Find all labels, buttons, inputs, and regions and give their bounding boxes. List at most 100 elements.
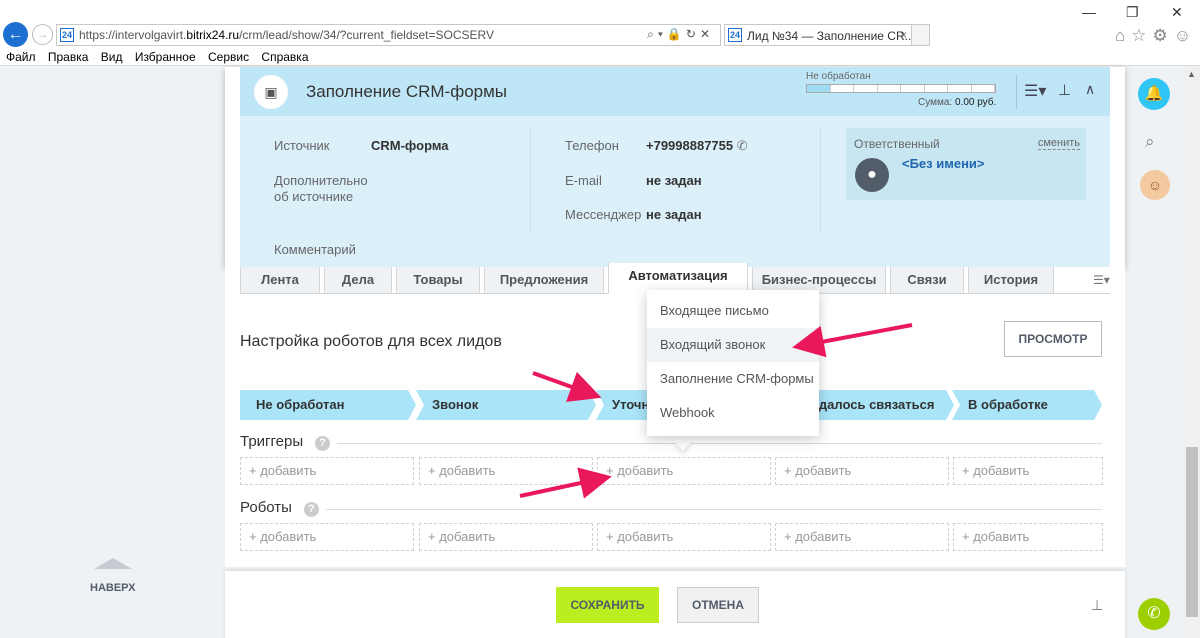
email-label: E-mail <box>565 173 602 188</box>
add-robot-button[interactable]: + добавить <box>775 523 949 551</box>
robots-label: Роботы <box>240 499 292 516</box>
add-trigger-button[interactable]: + добавить <box>240 457 414 485</box>
status-label: Не обработан <box>806 71 871 82</box>
phone-icon[interactable]: ✆ <box>737 138 748 153</box>
bell-icon[interactable]: 🔔 <box>1138 78 1170 110</box>
phone-icon[interactable]: ✆ <box>1138 598 1170 630</box>
menu-file[interactable]: Файл <box>6 50 36 64</box>
list-menu-icon[interactable]: ☰▾ <box>1024 81 1046 101</box>
preview-button[interactable]: ПРОСМОТР <box>1004 321 1102 357</box>
url-path: /crm/lead/show/34/?current_fieldset=SOCS… <box>239 28 494 42</box>
stage-not-processed[interactable]: Не обработан <box>240 390 416 420</box>
stage-call[interactable]: Звонок <box>416 390 596 420</box>
url-prefix: https://intervolgavirt. <box>79 28 187 42</box>
dropdown-item-webhook[interactable]: Webhook <box>647 396 819 430</box>
scroll-up-icon[interactable] <box>94 558 132 569</box>
minimize-icon[interactable]: — <box>1082 4 1096 20</box>
add-robot-button[interactable]: + добавить <box>240 523 414 551</box>
scroll-up-arrow-icon[interactable]: ▲ <box>1187 69 1196 79</box>
email-value: не задан <box>646 173 702 188</box>
messenger-label: Мессенджер <box>565 207 642 222</box>
help-icon[interactable]: ? <box>304 502 319 517</box>
menu-favorites[interactable]: Избранное <box>135 50 196 64</box>
stage-in-progress[interactable]: В обработке <box>952 390 1102 420</box>
dropdown-icon[interactable]: ▾ <box>658 27 667 41</box>
header-divider <box>1016 75 1017 109</box>
tab-deals[interactable]: Дела <box>324 267 392 294</box>
menu-view[interactable]: Вид <box>101 50 123 64</box>
smiley-icon[interactable]: ☺ <box>1174 26 1197 45</box>
home-icon[interactable]: ⌂ <box>1115 26 1131 45</box>
column-divider <box>820 127 821 232</box>
responsible-name[interactable]: <Без имени> <box>902 156 985 171</box>
restore-icon[interactable]: ❐ <box>1126 4 1139 21</box>
gear-icon[interactable]: ⚙ <box>1153 26 1174 45</box>
add-robot-button[interactable]: + добавить <box>419 523 593 551</box>
back-icon[interactable]: ← <box>3 22 28 47</box>
tab-offers[interactable]: Предложения <box>484 267 604 294</box>
column-divider <box>530 127 531 232</box>
change-responsible-link[interactable]: сменить <box>1037 137 1080 150</box>
scrollbar[interactable]: ▲ <box>1184 67 1200 638</box>
add-trigger-button[interactable]: + добавить <box>419 457 593 485</box>
browser-chrome: ← → 24 https://intervolgavirt.bitrix24.r… <box>0 0 1200 66</box>
phone-value[interactable]: +79998887755 ✆ <box>646 138 748 154</box>
divider <box>326 509 1102 510</box>
footer-bar: СОХРАНИТЬ ОТМЕНА ⊥ <box>225 571 1125 638</box>
tab-links[interactable]: Связи <box>890 267 964 294</box>
sum-label: Сумма: <box>918 97 953 108</box>
pin-icon[interactable]: ⊥ <box>1058 81 1071 99</box>
menu-tools[interactable]: Сервис <box>208 50 249 64</box>
messenger-value: не задан <box>646 207 702 222</box>
source-label: Источник <box>274 138 330 153</box>
scroll-top-label[interactable]: НАВЕРХ <box>90 582 135 594</box>
star-icon[interactable]: ☆ <box>1131 26 1152 45</box>
window-close-icon[interactable]: ✕ <box>1171 4 1183 21</box>
new-tab-button[interactable] <box>912 24 930 46</box>
pin-icon[interactable]: ⊥ <box>1091 597 1103 614</box>
refresh-icon[interactable]: ↻ <box>686 27 700 41</box>
url-text: https://intervolgavirt.bitrix24.ru/crm/l… <box>79 28 494 42</box>
add-trigger-button[interactable]: + добавить <box>953 457 1103 485</box>
triggers-label: Триггеры <box>240 433 304 450</box>
lead-title: Заполнение CRM-формы <box>306 82 508 101</box>
dropdown-item-incoming-email[interactable]: Входящее письмо <box>647 294 819 328</box>
add-robot-button[interactable]: + добавить <box>953 523 1103 551</box>
source-info-label-2: об источнике <box>274 189 354 204</box>
menu-bar: Файл Правка Вид Избранное Сервис Справка <box>0 50 312 66</box>
chevron-up-icon[interactable]: ∧ <box>1085 81 1095 98</box>
tab-feed[interactable]: Лента <box>240 267 320 294</box>
menu-edit[interactable]: Правка <box>48 50 89 64</box>
cancel-button[interactable]: ОТМЕНА <box>677 587 759 623</box>
tab-products[interactable]: Товары <box>396 267 480 294</box>
search-icon[interactable]: ⌕ <box>1145 132 1155 152</box>
status-progress[interactable] <box>806 84 996 93</box>
sum-value: 0.00 руб. <box>954 97 997 108</box>
tabs-more-icon[interactable]: ☰▾ <box>1093 273 1110 287</box>
add-robot-button[interactable]: + добавить <box>597 523 771 551</box>
responsible-label: Ответственный <box>854 137 940 151</box>
automation-title: Настройка роботов для всех лидов <box>240 333 502 350</box>
divider <box>337 443 1102 444</box>
dropdown-item-incoming-call[interactable]: Входящий звонок <box>647 328 819 362</box>
user-avatar[interactable]: ☺ <box>1140 170 1170 200</box>
address-bar[interactable]: 24 https://intervolgavirt.bitrix24.ru/cr… <box>56 24 721 46</box>
browser-tab[interactable]: 24 Лид №34 — Заполнение CR... × <box>724 24 915 46</box>
tab-close-icon[interactable]: × <box>900 28 907 42</box>
scrollbar-thumb[interactable] <box>1186 447 1198 617</box>
search-icon[interactable]: ⌕ <box>647 27 658 41</box>
tab-title: Лид №34 — Заполнение CR... <box>747 29 915 43</box>
lock-icon: 🔒 <box>666 27 686 41</box>
add-trigger-button[interactable]: + добавить <box>597 457 771 485</box>
forward-icon[interactable]: → <box>32 24 53 45</box>
add-trigger-button[interactable]: + добавить <box>775 457 949 485</box>
comment-label: Комментарий <box>274 242 356 257</box>
tab-history[interactable]: История <box>968 267 1054 294</box>
responsible-box: Ответственный сменить ● <Без имени> <box>846 128 1086 200</box>
save-button[interactable]: СОХРАНИТЬ <box>556 587 659 623</box>
dropdown-item-crm-form[interactable]: Заполнение CRM-формы <box>647 362 819 396</box>
close-icon[interactable]: ✕ <box>700 27 714 41</box>
help-icon[interactable]: ? <box>315 436 330 451</box>
tab-favicon-icon: 24 <box>728 28 742 42</box>
menu-help[interactable]: Справка <box>261 50 308 64</box>
